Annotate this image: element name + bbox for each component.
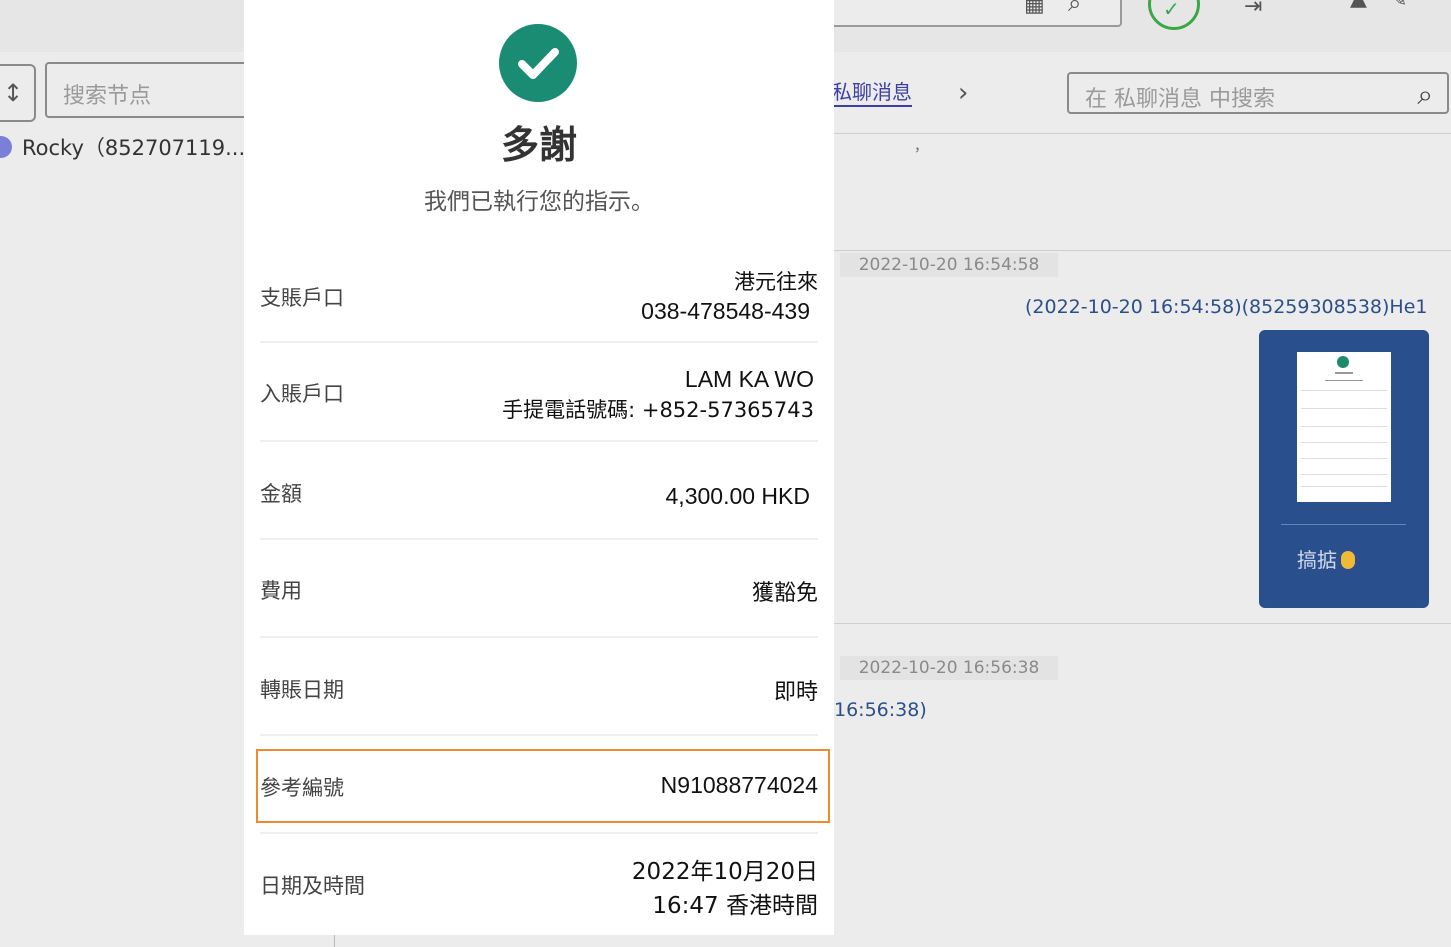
row-value: 即時 bbox=[773, 680, 818, 705]
row-value: 2022年10月20日 bbox=[631, 859, 818, 885]
divider bbox=[834, 133, 1451, 134]
divider bbox=[260, 734, 818, 736]
message-timestamp: 2022-10-20 16:56:38 bbox=[840, 656, 1058, 680]
thumb-divider bbox=[1301, 408, 1387, 409]
row-label: 日期及時間 bbox=[260, 874, 365, 898]
contact-name: Rocky（852707119... bbox=[22, 136, 246, 160]
row-label: 轉賬日期 bbox=[260, 678, 344, 702]
row-value-secondary: 16:47 香港時間 bbox=[652, 893, 818, 919]
row-value-secondary: 手提電話號碼: +852-57365743 bbox=[502, 398, 814, 422]
divider bbox=[260, 440, 818, 442]
divider bbox=[260, 636, 818, 638]
contact-item-rocky[interactable]: Rocky（852707119... bbox=[0, 132, 245, 162]
node-search-placeholder: 搜索节点 bbox=[63, 84, 152, 109]
thumb-divider bbox=[1301, 426, 1387, 427]
row-value: 獲豁免 bbox=[751, 581, 818, 606]
search-icon[interactable]: ⌕ bbox=[1068, 0, 1081, 15]
stray-mark: ， bbox=[914, 139, 928, 155]
transfer-receipt-image: 多謝 我們已執行您的指示。 支賬戶口 港元往來 038-478548-439 入… bbox=[244, 0, 834, 935]
calendar-icon[interactable]: ▦ bbox=[1024, 0, 1045, 16]
row-value-secondary: 038-478548-439 bbox=[641, 298, 810, 324]
row-label: 金額 bbox=[260, 482, 302, 506]
divider bbox=[834, 250, 1451, 251]
message-caption: 搞掂 bbox=[1297, 544, 1355, 573]
row-label: 費用 bbox=[260, 579, 302, 603]
tab-private-messages[interactable]: 私聊消息 bbox=[832, 80, 912, 107]
image-thumbnail[interactable] bbox=[1297, 352, 1391, 502]
ok-hand-emoji bbox=[1341, 551, 1355, 569]
receipt-row-amount: 金額 4,300.00 HKD bbox=[260, 454, 818, 538]
avatar bbox=[0, 136, 12, 158]
message-sender-line: (2022-10-20 16:54:58)(85259308538)He1 bbox=[1025, 296, 1428, 318]
receipt-title: 多謝 bbox=[500, 123, 577, 167]
check-icon bbox=[1337, 356, 1349, 368]
pin-icon[interactable]: ✎ bbox=[1392, 0, 1407, 12]
receipt-subtitle: 我們已執行您的指示。 bbox=[424, 189, 654, 215]
row-value: 4,300.00 HKD bbox=[665, 483, 810, 509]
node-search-input[interactable]: 搜索节点 bbox=[45, 62, 275, 118]
chevron-right-icon[interactable]: › bbox=[958, 78, 968, 108]
row-label: 入賬戶口 bbox=[260, 382, 344, 406]
sort-icon: ↕ bbox=[2, 79, 24, 107]
message-bubble[interactable]: 搞掂 bbox=[1259, 330, 1429, 608]
thumb-divider bbox=[1301, 442, 1387, 443]
divider bbox=[260, 832, 818, 834]
row-value: N91088774024 bbox=[660, 772, 818, 798]
row-value: 港元往來 bbox=[734, 270, 818, 294]
receipt-row-fee: 費用 獲豁免 bbox=[260, 552, 818, 636]
check-circle-icon[interactable]: ✓ bbox=[1148, 0, 1200, 30]
thumb-text bbox=[1325, 380, 1363, 381]
sort-button[interactable]: ↕ bbox=[0, 64, 36, 122]
thumb-divider bbox=[1301, 474, 1387, 475]
search-icon[interactable]: ⌕ bbox=[1417, 78, 1433, 112]
message-timestamp: 2022-10-20 16:54:58 bbox=[840, 253, 1058, 277]
message-search-input[interactable]: 在 私聊消息 中搜索 ⌕ bbox=[1067, 72, 1449, 114]
thumb-divider bbox=[1301, 390, 1387, 391]
receipt-row-debit-account: 支賬戶口 港元往來 038-478548-439 bbox=[260, 254, 818, 340]
divider bbox=[260, 538, 818, 540]
divider bbox=[834, 623, 1451, 624]
row-label: 參考編號 bbox=[260, 776, 344, 800]
thumb-text bbox=[1335, 372, 1353, 374]
caption-text: 搞掂 bbox=[1297, 548, 1337, 572]
row-value: LAM KA WO bbox=[684, 366, 814, 392]
receipt-row-credit-account: 入賬戶口 LAM KA WO 手提電話號碼: +852-57365743 bbox=[260, 356, 818, 440]
receipt-row-transfer-date: 轉賬日期 即時 bbox=[260, 650, 818, 734]
thumb-divider bbox=[1301, 486, 1387, 487]
row-label: 支賬戶口 bbox=[260, 286, 344, 310]
bubble-divider bbox=[1281, 524, 1406, 525]
receipt-row-date-time: 日期及時間 2022年10月20日 16:47 香港時間 bbox=[260, 846, 818, 932]
message-search-placeholder: 在 私聊消息 中搜索 bbox=[1085, 87, 1275, 112]
logout-icon[interactable]: ⇥ bbox=[1244, 0, 1262, 18]
check-circle-icon bbox=[499, 24, 577, 102]
receipt-row-reference-number: 參考編號 N91088774024 bbox=[260, 752, 818, 820]
thumb-divider bbox=[1301, 458, 1387, 459]
divider bbox=[260, 341, 818, 343]
user-icon[interactable]: ▲ bbox=[1350, 0, 1367, 10]
message-sender-line: 16:56:38) bbox=[834, 699, 927, 721]
